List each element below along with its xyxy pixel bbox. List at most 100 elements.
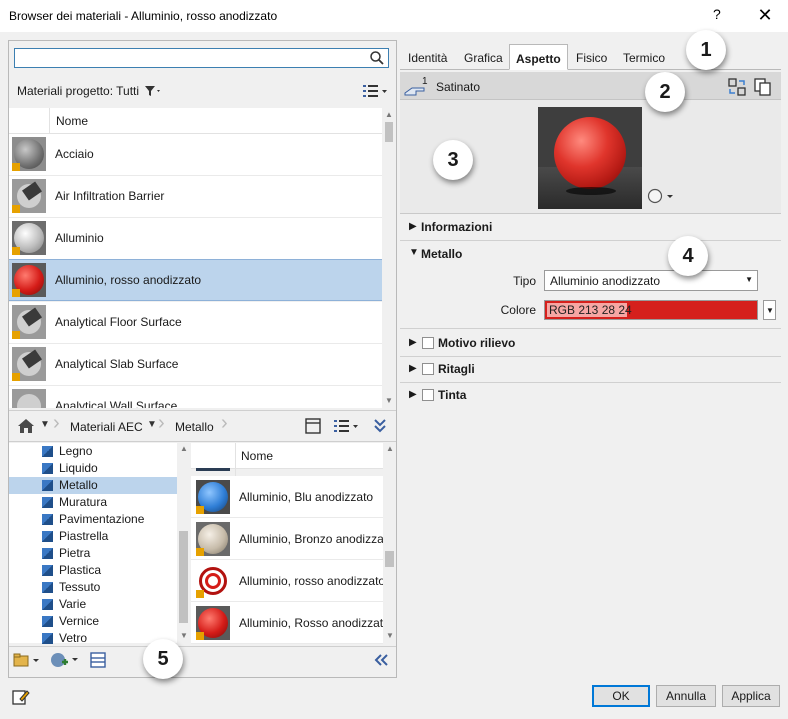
view-options-icon[interactable] <box>362 84 388 98</box>
asset-browser-icon[interactable] <box>12 688 30 706</box>
scroll-down-icon[interactable]: ▼ <box>386 631 394 640</box>
column-header-nome[interactable]: Nome <box>56 114 88 128</box>
chevron-down-icon: ▼ <box>766 306 774 315</box>
section-label: Tinta <box>438 388 467 402</box>
list-item[interactable]: Air Infiltration Barrier <box>9 176 382 218</box>
panel-toggle-icon[interactable] <box>305 418 321 434</box>
list-item[interactable]: Alluminio, rosso anodizzato <box>191 560 386 602</box>
tree-item[interactable]: Muratura <box>9 494 177 511</box>
ok-button[interactable]: OK <box>592 685 650 707</box>
expand-arrow-icon[interactable]: ▶ <box>409 337 417 348</box>
list-item[interactable]: Alluminio, Rosso anodizzato <box>191 602 390 644</box>
preview-options-icon[interactable] <box>647 188 677 204</box>
duplicate-asset-icon[interactable] <box>754 78 772 96</box>
list-item[interactable]: Alluminio, Blu anodizzato <box>191 476 383 518</box>
list-item-selected[interactable]: Alluminio, rosso anodizzato <box>9 259 382 301</box>
expand-arrow-icon[interactable]: ▶ <box>409 363 417 374</box>
collapse-arrow-icon[interactable]: ▼ <box>409 247 419 258</box>
expand-arrow-icon[interactable]: ▶ <box>409 221 417 232</box>
tree-item-label: Pavimentazione <box>59 512 145 526</box>
scroll-thumb[interactable] <box>385 551 394 567</box>
tree-scrollbar[interactable]: ▲ ▼ <box>177 443 190 643</box>
breadcrumb-item[interactable]: Metallo <box>175 420 214 434</box>
scroll-up-icon[interactable]: ▲ <box>386 444 394 453</box>
tree-item[interactable]: Legno <box>9 443 177 460</box>
colore-swatch[interactable]: RGB 213 28 24 <box>544 300 758 320</box>
material-name: Analytical Slab Surface <box>55 357 179 371</box>
search-icon[interactable] <box>368 49 386 67</box>
scroll-thumb[interactable] <box>385 122 393 142</box>
material-name: Acciaio <box>55 147 94 161</box>
tab-termico[interactable]: Termico <box>617 44 671 70</box>
list-item[interactable]: Alluminio, Bronzo anodizzato <box>191 518 394 560</box>
list-item-clip: Analytical Wall Surface <box>9 386 382 408</box>
tree-item-label: Metallo <box>59 478 98 492</box>
folder-icon <box>42 633 53 644</box>
expand-arrow-icon[interactable]: ▶ <box>409 389 417 400</box>
tab-grafica[interactable]: Grafica <box>458 44 509 70</box>
list-item-clip <box>196 468 230 471</box>
filter-icon[interactable] <box>144 85 162 97</box>
library-folder-icon[interactable] <box>13 652 41 668</box>
material-editor-icon[interactable] <box>90 652 106 668</box>
asset-name: Satinato <box>436 80 481 94</box>
collapse-double-chevron-icon[interactable] <box>372 417 388 435</box>
scroll-thumb[interactable] <box>179 531 188 623</box>
list-item[interactable]: Analytical Floor Surface <box>9 302 382 344</box>
enable-checkbox[interactable] <box>422 337 434 349</box>
project-list-scrollbar[interactable]: ▲ ▼ <box>382 108 396 408</box>
tree-item[interactable]: Liquido <box>9 460 177 477</box>
create-material-icon[interactable] <box>50 651 80 669</box>
colore-options-button[interactable]: ▼ <box>763 300 776 320</box>
section-tinta[interactable]: ▶ Tinta <box>400 383 781 409</box>
tree-item[interactable]: Piastrella <box>9 528 177 545</box>
tree-item[interactable]: Plastica <box>9 562 177 579</box>
search-input[interactable] <box>14 48 389 68</box>
tree-item-selected[interactable]: Metallo <box>9 477 177 494</box>
column-header-nome[interactable]: Nome <box>241 449 273 463</box>
cancel-button[interactable]: Annulla <box>656 685 716 707</box>
list-item[interactable]: Analytical Slab Surface <box>9 344 382 386</box>
scroll-down-icon[interactable]: ▼ <box>385 396 393 405</box>
enable-checkbox[interactable] <box>422 389 434 401</box>
home-icon[interactable] <box>17 418 35 434</box>
tree-item[interactable]: Tessuto <box>9 579 177 596</box>
tab-fisico[interactable]: Fisico <box>570 44 613 70</box>
tipo-dropdown[interactable]: Alluminio anodizzato ▼ <box>544 270 758 291</box>
folder-icon <box>42 446 53 457</box>
breadcrumb-item[interactable]: Materiali AEC <box>70 420 143 434</box>
material-badge-icon <box>12 373 20 381</box>
chevron-down-icon[interactable]: ▼ <box>147 419 157 430</box>
section-motivo-rilievo[interactable]: ▶ Motivo rilievo <box>400 331 781 357</box>
section-informazioni[interactable]: ▶ Informazioni <box>400 215 781 241</box>
enable-checkbox[interactable] <box>422 363 434 375</box>
material-thumbnail <box>196 564 230 598</box>
chevron-down-icon[interactable]: ▼ <box>40 419 50 430</box>
scroll-up-icon[interactable]: ▲ <box>385 110 393 119</box>
replace-asset-icon[interactable] <box>728 78 746 96</box>
section-ritagli[interactable]: ▶ Ritagli <box>400 357 781 383</box>
tree-item[interactable]: Pavimentazione <box>9 511 177 528</box>
section-label: Ritagli <box>438 362 475 376</box>
tree-item[interactable]: Pietra <box>9 545 177 562</box>
list-item[interactable]: Acciaio <box>9 134 382 176</box>
project-filter-label[interactable]: Materiali progetto: Tutti <box>17 84 139 98</box>
list-item[interactable]: Analytical Wall Surface <box>9 386 382 408</box>
tree-item[interactable]: Varie <box>9 596 177 613</box>
collapse-left-icon[interactable] <box>373 653 389 667</box>
scroll-up-icon[interactable]: ▲ <box>180 444 188 453</box>
help-button[interactable]: ? <box>713 6 721 22</box>
tab-aspetto[interactable]: Aspetto <box>509 44 568 70</box>
view-options-icon[interactable] <box>333 419 359 433</box>
apply-button[interactable]: Applica <box>722 685 780 707</box>
breadcrumb-separator: › <box>221 412 228 434</box>
library-list-scrollbar[interactable]: ▲ ▼ <box>383 443 396 643</box>
callout-badge: 3 <box>433 140 473 180</box>
material-name: Alluminio, rosso anodizzato <box>55 273 202 287</box>
list-item[interactable]: Alluminio <box>9 218 382 260</box>
tree-item[interactable]: Vernice <box>9 613 177 630</box>
material-name: Alluminio, rosso anodizzato <box>239 574 386 588</box>
tab-identita[interactable]: Identità <box>402 44 453 70</box>
scroll-down-icon[interactable]: ▼ <box>180 631 188 640</box>
close-button[interactable]: ✕ <box>752 2 778 28</box>
